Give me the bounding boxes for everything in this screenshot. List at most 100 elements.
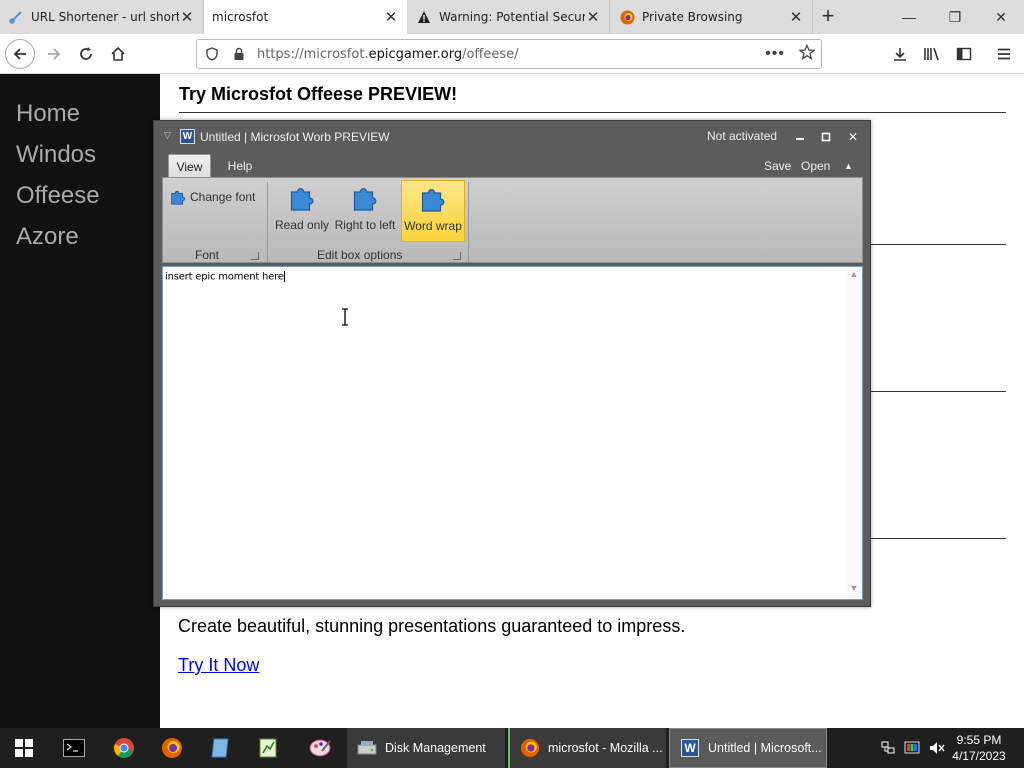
taskbar-item-label: Untitled | Microsoft... bbox=[708, 741, 822, 755]
taskbar-item-firefox[interactable]: microsfot - Mozilla ... bbox=[508, 728, 666, 768]
library-button[interactable] bbox=[916, 38, 948, 70]
close-icon[interactable]: ✕ bbox=[788, 8, 804, 26]
clock-time: 9:55 PM bbox=[956, 733, 1002, 747]
chrome-icon bbox=[114, 738, 134, 758]
activation-status: Not activated bbox=[707, 129, 778, 143]
url-text: https://microsfot.epicgamer.org/offeese/ bbox=[257, 47, 519, 62]
group-separator bbox=[267, 182, 268, 262]
close-icon[interactable]: ✕ bbox=[383, 8, 399, 26]
start-button[interactable] bbox=[4, 732, 44, 764]
ribbon-tab-view[interactable]: View bbox=[168, 154, 211, 178]
network-icon[interactable] bbox=[880, 740, 896, 756]
app-minimize-button[interactable] bbox=[790, 127, 810, 147]
read-only-button[interactable]: Read only bbox=[273, 180, 331, 242]
chrome-app-button[interactable] bbox=[104, 732, 144, 764]
close-icon[interactable]: ✕ bbox=[179, 8, 195, 26]
nav-link-windos[interactable]: Windos bbox=[16, 141, 96, 169]
new-tab-button[interactable]: + bbox=[815, 4, 841, 30]
tab-title: Warning: Potential Security R bbox=[439, 10, 585, 24]
close-icon[interactable]: ✕ bbox=[585, 8, 601, 26]
forward-arrow-icon bbox=[48, 48, 61, 60]
taskbar-item-label: Disk Management bbox=[385, 741, 486, 755]
menu-button[interactable] bbox=[988, 38, 1020, 70]
document-text-content: insert epic moment here bbox=[165, 271, 284, 283]
back-button[interactable] bbox=[4, 38, 36, 70]
save-button[interactable]: Save bbox=[764, 159, 791, 173]
url-bar[interactable]: https://microsfot.epicgamer.org/offeese/… bbox=[196, 39, 822, 69]
divider bbox=[179, 112, 1006, 113]
ribbon-panel: Change font Font Read only Right to left… bbox=[162, 177, 863, 263]
close-window-button[interactable]: ✕ bbox=[978, 0, 1024, 34]
scroll-up-icon[interactable]: ▲ bbox=[846, 269, 862, 283]
app-maximize-button[interactable] bbox=[816, 127, 836, 147]
home-button[interactable] bbox=[102, 38, 134, 70]
notes-app-button[interactable] bbox=[200, 732, 240, 764]
url-prefix: https://microsfot. bbox=[257, 46, 369, 62]
firefox-icon bbox=[619, 9, 635, 25]
system-tray bbox=[880, 728, 946, 768]
word-wrap-label: Word wrap bbox=[404, 219, 462, 233]
reload-button[interactable] bbox=[70, 38, 102, 70]
read-only-label: Read only bbox=[274, 218, 330, 232]
group-separator bbox=[468, 182, 469, 262]
tab-title: microsfot bbox=[212, 10, 269, 24]
document-editor[interactable]: insert epic moment here ▲ ▼ bbox=[162, 266, 863, 600]
paint-app-button[interactable] bbox=[300, 732, 340, 764]
change-font-button[interactable]: Change font bbox=[169, 188, 255, 206]
tab-url-shortener[interactable]: URL Shortener - url shortene ✕ bbox=[0, 0, 204, 34]
word-app-icon: W bbox=[678, 736, 702, 760]
restore-button[interactable]: ❐ bbox=[932, 0, 978, 34]
lock-icon[interactable] bbox=[227, 47, 251, 61]
page-actions-icon[interactable]: ••• bbox=[765, 45, 785, 63]
right-to-left-button[interactable]: Right to left bbox=[331, 180, 399, 242]
firefox-app-button[interactable] bbox=[152, 732, 192, 764]
word-wrap-button[interactable]: Word wrap bbox=[401, 180, 465, 242]
try-it-now-link[interactable]: Try It Now bbox=[178, 655, 259, 676]
firefox-icon bbox=[518, 736, 542, 760]
link-icon bbox=[8, 9, 24, 25]
window-menu-chevron-icon[interactable]: ▽ bbox=[164, 130, 171, 141]
right-to-left-label: Right to left bbox=[334, 218, 396, 232]
downloads-button[interactable] bbox=[884, 38, 916, 70]
puzzle-icon bbox=[348, 180, 382, 216]
disk-icon bbox=[355, 736, 379, 760]
minimize-button[interactable]: ― bbox=[886, 0, 932, 34]
font-group-label: Font bbox=[195, 248, 220, 262]
notepad-icon bbox=[211, 738, 229, 758]
back-arrow-icon bbox=[5, 39, 35, 69]
windows-taskbar: Disk Management microsfot - Mozilla ... … bbox=[0, 728, 1024, 768]
open-button[interactable]: Open bbox=[801, 159, 830, 173]
taskbar-item-worb[interactable]: W Untitled | Microsoft... bbox=[669, 728, 827, 768]
terminal-app-button[interactable] bbox=[54, 732, 94, 764]
vertical-scrollbar[interactable]: ▲ ▼ bbox=[846, 267, 862, 599]
chart-app-button[interactable] bbox=[248, 732, 288, 764]
font-dialog-launcher-icon[interactable] bbox=[251, 252, 259, 260]
tab-microsfot[interactable]: microsfot ✕ bbox=[204, 0, 407, 34]
speaker-muted-icon[interactable] bbox=[928, 740, 946, 756]
collapse-ribbon-icon[interactable]: ▲ bbox=[844, 161, 853, 171]
shield-icon[interactable] bbox=[200, 47, 224, 61]
edit-box-dialog-launcher-icon[interactable] bbox=[453, 252, 461, 260]
hamburger-menu-icon bbox=[998, 48, 1010, 60]
app-logo-icon: W bbox=[180, 129, 195, 144]
paint-icon bbox=[309, 739, 331, 757]
nav-link-offeese[interactable]: Offeese bbox=[16, 182, 100, 210]
tab-security-warning[interactable]: Warning: Potential Security R ✕ bbox=[408, 0, 610, 34]
document-text: insert epic moment here bbox=[165, 271, 285, 283]
library-icon bbox=[924, 47, 939, 61]
nav-link-azore[interactable]: Azore bbox=[16, 223, 79, 251]
nav-link-home[interactable]: Home bbox=[16, 100, 80, 128]
color-display-icon[interactable] bbox=[904, 740, 920, 756]
scroll-down-icon[interactable]: ▼ bbox=[846, 583, 862, 597]
puzzle-icon bbox=[285, 180, 319, 216]
taskbar-item-disk-management[interactable]: Disk Management bbox=[347, 728, 505, 768]
ribbon-tab-help[interactable]: Help bbox=[220, 154, 260, 178]
bookmark-star-icon[interactable] bbox=[798, 43, 816, 65]
app-close-button[interactable]: ✕ bbox=[843, 127, 863, 147]
forward-button[interactable] bbox=[38, 38, 70, 70]
warning-icon bbox=[416, 9, 432, 25]
tab-private-browsing[interactable]: Private Browsing ✕ bbox=[611, 0, 813, 34]
sidebar-toggle-button[interactable] bbox=[948, 38, 980, 70]
app-title-bar[interactable]: ▽ W Untitled | Microsfot Worb PREVIEW No… bbox=[154, 121, 870, 153]
taskbar-clock[interactable]: 9:55 PM 4/17/2023 bbox=[946, 732, 1012, 764]
